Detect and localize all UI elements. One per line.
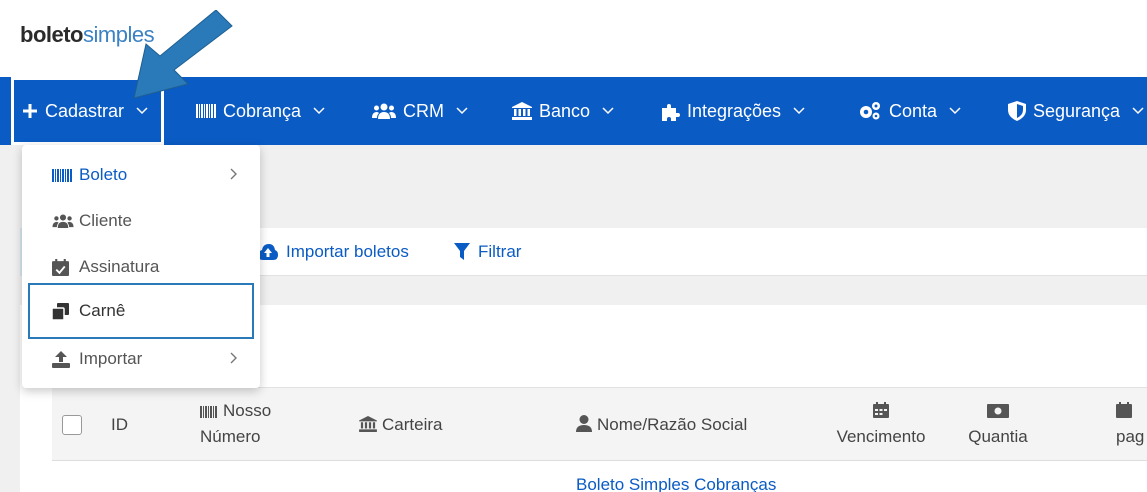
chevron-down-icon bbox=[313, 107, 325, 115]
col-vencimento[interactable]: Vencimento bbox=[834, 398, 928, 450]
col-carteira[interactable]: Carteira bbox=[359, 412, 442, 438]
chevron-right-icon bbox=[230, 168, 238, 180]
col-pagamento[interactable]: pag bbox=[1116, 398, 1144, 450]
user-icon bbox=[576, 415, 592, 432]
plus-icon bbox=[22, 103, 38, 119]
nav-crm[interactable]: CRM bbox=[372, 77, 468, 145]
nav-cadastrar-label: Cadastrar bbox=[45, 100, 125, 121]
cadastrar-dropdown-menu: Boleto Cliente Assinatura Carnê Importar bbox=[22, 145, 260, 388]
menu-item-carne[interactable]: Carnê bbox=[28, 283, 254, 339]
nav-conta-label: Conta bbox=[889, 100, 938, 121]
chevron-down-icon bbox=[136, 107, 148, 115]
table-header: ID Nosso Número Carteira Nome/Razão Soci… bbox=[52, 387, 1147, 461]
logo-text-bold: boleto bbox=[20, 22, 84, 47]
nav-banco-label: Banco bbox=[539, 100, 591, 121]
chevron-right-icon bbox=[230, 352, 238, 364]
import-boletos-label: Importar boletos bbox=[286, 242, 409, 261]
menu-item-importar[interactable]: Importar bbox=[22, 336, 260, 382]
menu-item-cliente[interactable]: Cliente bbox=[22, 198, 260, 244]
menu-item-importar-label: Importar bbox=[79, 349, 143, 368]
chevron-down-icon bbox=[793, 107, 805, 115]
cloud-upload-icon bbox=[258, 244, 278, 260]
chevron-down-icon bbox=[949, 107, 961, 115]
bank-icon bbox=[512, 102, 532, 120]
puzzle-icon bbox=[660, 101, 680, 121]
nav-seguranca[interactable]: Segurança bbox=[1008, 77, 1144, 145]
nav-integracoes-label: Integrações bbox=[687, 100, 782, 121]
col-nosso-numero-line2: Número bbox=[200, 427, 261, 446]
chevron-down-icon bbox=[456, 107, 468, 115]
barcode-icon bbox=[196, 104, 216, 118]
barcode-icon bbox=[200, 406, 218, 418]
menu-item-carne-label: Carnê bbox=[79, 301, 126, 320]
col-id[interactable]: ID bbox=[111, 412, 128, 438]
filter-icon bbox=[454, 243, 470, 261]
col-nome[interactable]: Nome/Razão Social bbox=[576, 412, 747, 438]
menu-item-assinatura-label: Assinatura bbox=[79, 257, 160, 276]
menu-item-boleto-label: Boleto bbox=[79, 165, 128, 184]
calendar-icon bbox=[873, 402, 889, 418]
users-icon bbox=[52, 214, 74, 228]
money-icon bbox=[987, 404, 1009, 418]
menu-item-cliente-label: Cliente bbox=[79, 211, 132, 230]
col-vencimento-label: Vencimento bbox=[836, 427, 926, 446]
shield-icon bbox=[1008, 101, 1026, 121]
menu-item-boleto[interactable]: Boleto bbox=[22, 152, 260, 198]
bank-icon bbox=[359, 416, 377, 432]
chevron-down-icon bbox=[1132, 107, 1144, 115]
calendar-check-icon bbox=[52, 258, 74, 276]
users-icon bbox=[372, 103, 396, 119]
nav-seguranca-label: Segurança bbox=[1033, 100, 1121, 121]
filter-button[interactable]: Filtrar bbox=[454, 228, 521, 276]
col-quantia[interactable]: Quantia bbox=[963, 398, 1033, 450]
nav-cobranca-label: Cobrança bbox=[223, 100, 302, 121]
filter-label: Filtrar bbox=[478, 242, 522, 261]
nav-crm-label: CRM bbox=[403, 100, 444, 121]
select-all-checkbox[interactable] bbox=[62, 415, 82, 435]
col-nome-label: Nome/Razão Social bbox=[597, 415, 748, 434]
barcode-icon bbox=[52, 168, 74, 182]
nav-banco[interactable]: Banco bbox=[512, 77, 614, 145]
import-boletos-button[interactable]: Importar boletos bbox=[258, 228, 409, 276]
nav-integracoes[interactable]: Integrações bbox=[660, 77, 805, 145]
gears-icon bbox=[858, 101, 882, 121]
col-quantia-label: Quantia bbox=[968, 427, 1028, 446]
nav-conta[interactable]: Conta bbox=[858, 77, 961, 145]
col-carteira-label: Carteira bbox=[382, 415, 443, 434]
row-customer-name-link[interactable]: Boleto Simples Cobranças bbox=[576, 475, 776, 492]
col-nosso-numero[interactable]: Nosso Número bbox=[200, 398, 271, 450]
chevron-down-icon bbox=[602, 107, 614, 115]
col-pagamento-label: pag bbox=[1116, 427, 1145, 446]
upload-icon bbox=[52, 350, 74, 368]
annotation-arrow-icon bbox=[133, 10, 233, 99]
clone-icon bbox=[52, 302, 74, 320]
col-nosso-numero-line1: Nosso bbox=[223, 401, 272, 420]
calendar-icon bbox=[1116, 402, 1132, 418]
